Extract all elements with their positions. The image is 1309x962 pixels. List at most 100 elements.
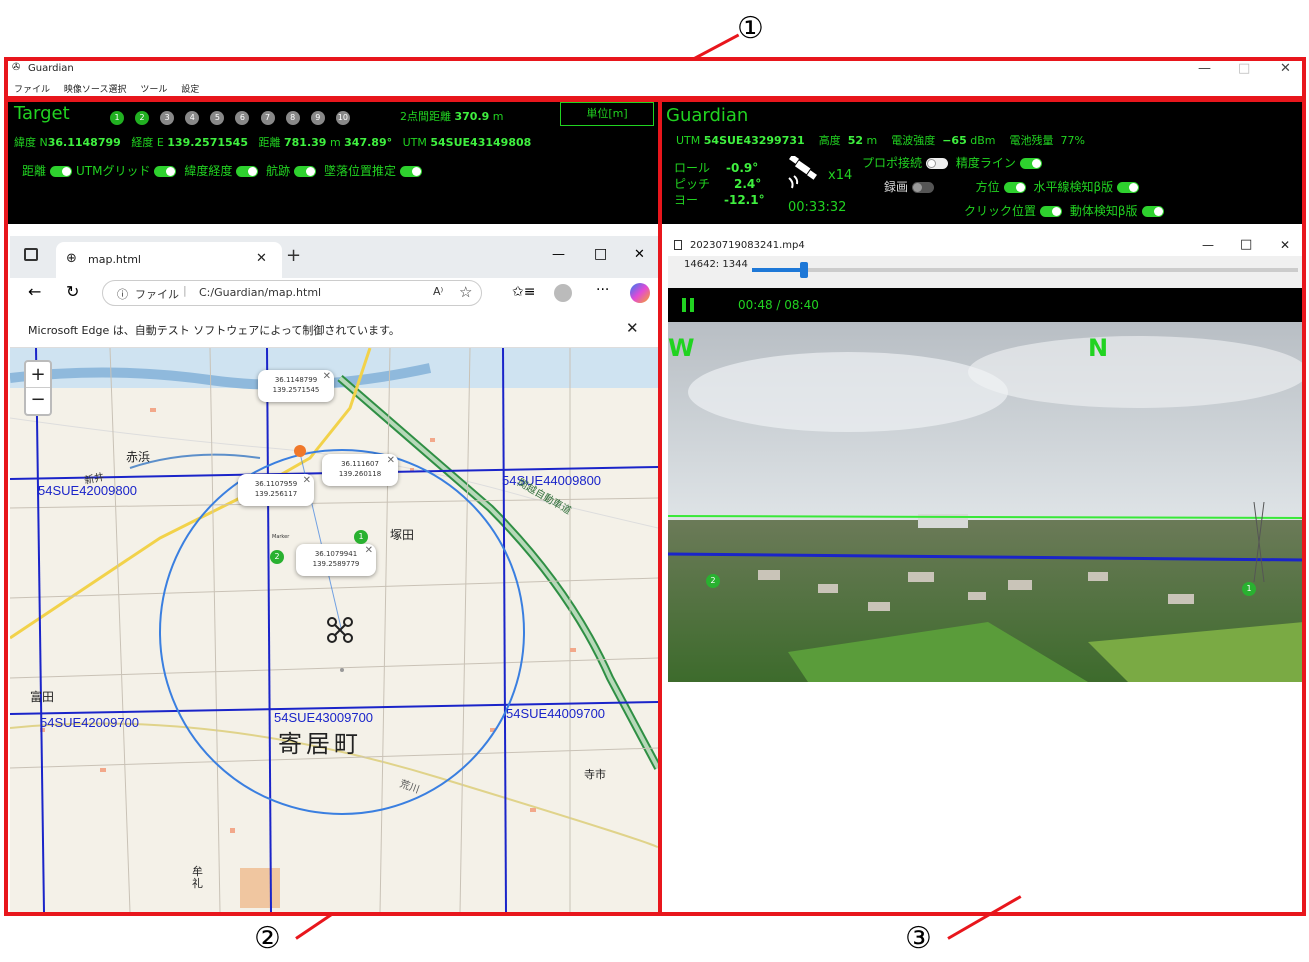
target-3-button[interactable]: 3 — [160, 110, 175, 125]
toggle-horizon-detect[interactable] — [1117, 182, 1140, 193]
video-file-icon — [674, 240, 682, 250]
popup-close-icon[interactable]: ✕ — [365, 544, 373, 558]
favorite-star-icon[interactable]: ☆ — [459, 283, 472, 301]
copilot-icon[interactable] — [630, 283, 650, 303]
video-close-button[interactable]: ✕ — [1280, 238, 1290, 252]
new-tab-button[interactable]: + — [286, 245, 301, 266]
toggle-latlon[interactable] — [236, 166, 259, 177]
guardian-title: Guardian — [666, 105, 749, 126]
map-popup[interactable]: ✕ 36.1079941 139.2589779 — [296, 544, 376, 576]
popup-close-icon[interactable]: ✕ — [303, 474, 311, 488]
read-aloud-icon[interactable]: A⁾ — [433, 285, 443, 298]
seek-track[interactable] — [752, 262, 1298, 278]
marker-label: Marker — [272, 534, 290, 540]
browser-toolbar: ← ↻ ⓘ ファイル | C:/Guardian/map.html A⁾ ☆ ✩… — [10, 278, 658, 310]
toggle-crash-estimate[interactable] — [400, 166, 423, 177]
toggle-track[interactable] — [294, 166, 317, 177]
tab-actions-icon[interactable] — [24, 248, 38, 261]
infobar-close-icon[interactable]: ✕ — [626, 319, 639, 337]
browser-tab[interactable]: ⊕ map.html ✕ — [56, 242, 282, 278]
toggle-utm-grid[interactable] — [154, 166, 177, 177]
video-frame[interactable]: W N 2 1 — [668, 322, 1304, 682]
toggle-record[interactable] — [912, 182, 935, 193]
browser-maximize-button[interactable]: □ — [594, 246, 607, 262]
popup-lat: 36.111607 — [341, 460, 379, 468]
guardian-panel: Guardian UTM 54SUE43299731 高度 52 m 電波強度 … — [662, 100, 1302, 224]
toggle-heading[interactable] — [1003, 182, 1026, 193]
callout-2: ② — [254, 921, 281, 956]
popup-lat: 36.1148799 — [274, 376, 318, 384]
horizon-label: 水平線検知β版 — [1033, 180, 1114, 194]
map-popup[interactable]: ✕ 36.111607 139.260118 — [322, 454, 398, 486]
target-6-button[interactable]: 6 — [235, 110, 250, 125]
toggle-accuracy-line[interactable] — [1019, 158, 1042, 169]
drone-icon[interactable] — [326, 616, 354, 644]
two-point-distance-label: 2点間距離 — [400, 110, 451, 123]
map-popup[interactable]: ✕ 36.1107959 139.256117 — [238, 474, 314, 506]
target-4-button[interactable]: 4 — [185, 110, 200, 125]
browser-minimize-button[interactable]: — — [552, 247, 565, 262]
toggle-motion-detect[interactable] — [1141, 206, 1164, 217]
two-point-distance-unit: m — [492, 110, 504, 123]
target-9-button[interactable]: 9 — [310, 110, 325, 125]
compass-w: W — [668, 334, 695, 362]
target-10-button[interactable]: 10 — [335, 110, 350, 125]
target-5-button[interactable]: 5 — [210, 110, 225, 125]
target-utm-value: 54SUE43149808 — [430, 136, 532, 149]
seek-thumb[interactable] — [799, 262, 808, 278]
app-titlebar: ✇ Guardian — □ ✕ — [8, 60, 1302, 78]
more-menu-icon[interactable]: ··· — [596, 282, 609, 298]
toggle-click-position[interactable] — [1040, 206, 1063, 217]
callout-3: ③ — [905, 921, 932, 956]
toggle-propo[interactable] — [926, 158, 949, 169]
menu-tools[interactable]: ツール — [140, 85, 167, 95]
minimize-button[interactable]: — — [1198, 61, 1211, 76]
target-8-button[interactable]: 8 — [285, 110, 300, 125]
unit-button[interactable]: 単位[m] — [560, 102, 654, 126]
video-pin-2[interactable]: 2 — [706, 574, 720, 588]
town-name: 寄居町 — [278, 730, 362, 758]
click-pos-label: クリック位置 — [964, 204, 1037, 218]
pause-icon[interactable] — [682, 298, 694, 312]
maximize-button[interactable]: □ — [1238, 61, 1250, 76]
target-2-button[interactable]: 2 — [135, 110, 150, 125]
address-prefix: ファイル — [135, 288, 179, 301]
profile-avatar[interactable] — [554, 284, 572, 302]
popup-lon: 139.2571545 — [272, 385, 320, 394]
target-number-row: 1 2 3 4 5 6 7 8 9 10 — [110, 107, 356, 126]
map-view[interactable]: + − 54SUE42009800 54SUE44009800 54SUE420… — [10, 348, 658, 912]
close-button[interactable]: ✕ — [1280, 61, 1291, 76]
lat-prefix: N — [39, 136, 48, 149]
video-pin-1[interactable]: 1 — [1242, 582, 1256, 596]
target-1-button[interactable]: 1 — [110, 110, 124, 125]
reload-icon[interactable]: ↻ — [66, 282, 79, 301]
target-toggle-row: 距離 UTMグリッド 緯度経度 航跡 墜落位置推定 — [22, 162, 426, 179]
grid-label: 54SUE43009700 — [274, 710, 374, 725]
video-maximize-button[interactable]: □ — [1240, 237, 1252, 252]
popup-close-icon[interactable]: ✕ — [323, 370, 331, 384]
zoom-out-button[interactable]: − — [26, 388, 50, 414]
popup-close-icon[interactable]: ✕ — [387, 454, 395, 468]
info-icon: ⓘ — [117, 288, 128, 301]
yaw-label: ヨー — [674, 193, 699, 207]
favorites-icon[interactable]: ✩≡ — [512, 284, 535, 300]
back-icon[interactable]: ← — [28, 282, 41, 301]
tab-close-icon[interactable]: ✕ — [256, 251, 267, 266]
map-popup[interactable]: ✕ 36.1148799 139.2571545 — [258, 370, 334, 402]
target-7-button[interactable]: 7 — [260, 110, 275, 125]
heading-label: 方位 — [975, 180, 1000, 194]
target-title: Target — [14, 103, 70, 124]
two-point-distance-value: 370.9 — [454, 110, 490, 123]
browser-close-button[interactable]: ✕ — [634, 247, 645, 262]
toggle-distance[interactable] — [50, 166, 73, 177]
zoom-in-button[interactable]: + — [26, 362, 50, 388]
menu-settings[interactable]: 設定 — [181, 85, 199, 95]
popup-lon: 139.256117 — [254, 489, 298, 498]
target-pin-2[interactable]: 2 — [270, 550, 284, 564]
target-pin-1[interactable]: 1 — [354, 530, 368, 544]
address-bar[interactable]: ⓘ ファイル | C:/Guardian/map.html A⁾ ☆ — [102, 280, 482, 306]
menu-video-source[interactable]: 映像ソース選択 — [64, 85, 127, 95]
video-minimize-button[interactable]: — — [1202, 238, 1214, 252]
toggle-track-label: 航跡 — [266, 164, 291, 178]
menu-file[interactable]: ファイル — [14, 85, 50, 95]
